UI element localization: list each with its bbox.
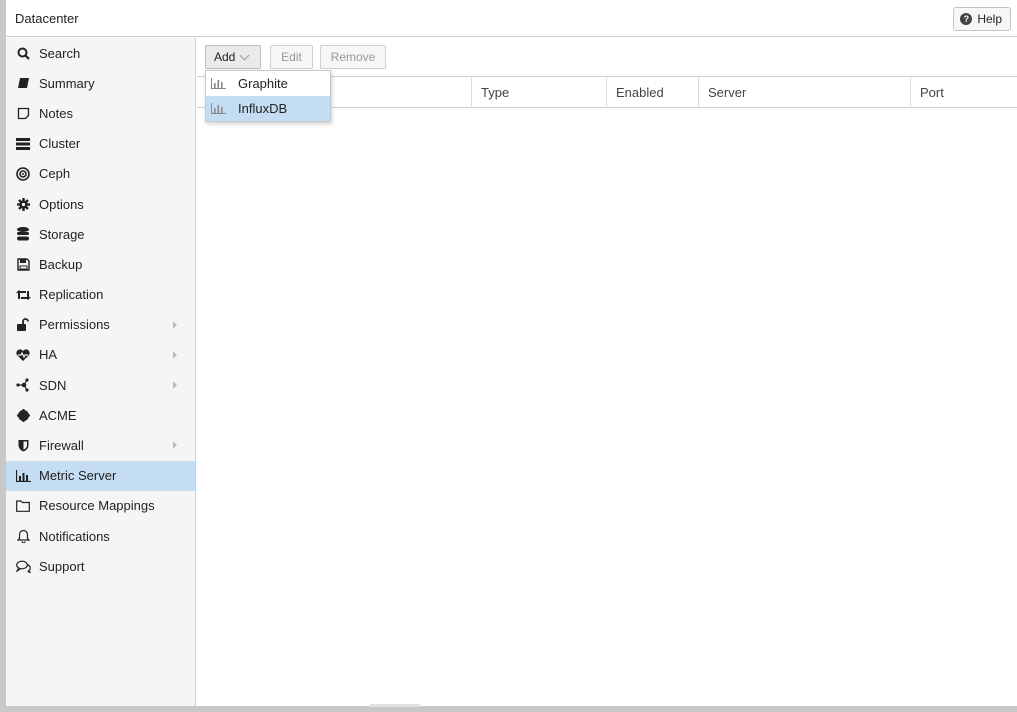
sidebar-item-metric-server[interactable]: Metric Server — [6, 460, 195, 491]
panel-title: Datacenter — [15, 11, 79, 26]
menu-item-influxdb[interactable]: InfluxDB — [206, 96, 330, 121]
note-icon — [15, 106, 31, 120]
add-button[interactable]: Add — [205, 45, 261, 69]
folder-icon — [15, 499, 31, 513]
column-header-server[interactable]: Server — [698, 77, 910, 108]
chevron-down-icon — [239, 50, 250, 60]
expand-arrow-icon[interactable] — [173, 441, 177, 450]
book-icon — [15, 76, 31, 90]
sidebar-item-replication[interactable]: Replication — [6, 280, 195, 310]
question-circle-icon: ? — [960, 13, 973, 25]
sidebar-item-label: SDN — [39, 377, 67, 393]
sidebar-item-label: Storage — [39, 226, 85, 242]
bar-chart-icon — [211, 103, 229, 114]
retweet-icon — [15, 288, 31, 302]
menu-item-graphite[interactable]: Graphite — [206, 71, 330, 96]
sidebar-item-cluster[interactable]: Cluster — [6, 129, 195, 159]
sidebar-item-ha[interactable]: HA — [6, 340, 195, 370]
edit-label: Edit — [281, 50, 302, 64]
sidebar-item-label: Backup — [39, 256, 83, 272]
remove-button[interactable]: Remove — [320, 45, 386, 69]
sidebar-item-label: Resource Mappings — [39, 498, 155, 514]
sidebar-item-label: Permissions — [39, 317, 110, 333]
remove-label: Remove — [330, 50, 376, 64]
edit-button[interactable]: Edit — [270, 45, 313, 69]
heartbeat-icon — [15, 348, 31, 362]
sidebar-item-storage[interactable]: Storage — [6, 219, 195, 249]
expand-arrow-icon[interactable] — [173, 320, 177, 329]
resize-handle[interactable] — [370, 704, 420, 707]
sidebar-item-summary[interactable]: Summary — [6, 68, 195, 98]
sidebar-item-search[interactable]: Search — [6, 38, 195, 68]
sidebar-item-label: Metric Server — [39, 468, 117, 484]
sidebar-item-label: Ceph — [39, 166, 71, 182]
certificate-icon — [15, 408, 31, 422]
sidebar-item-label: HA — [39, 347, 58, 363]
sidebar-item-options[interactable]: Options — [6, 189, 195, 219]
menu-item-label: Graphite — [238, 76, 288, 91]
database-icon — [15, 227, 31, 241]
shield-icon — [15, 439, 31, 453]
sidebar-item-notes[interactable]: Notes — [6, 98, 195, 128]
unlock-icon — [15, 318, 31, 332]
sidebar-item-label: Notifications — [39, 528, 110, 544]
search-icon — [15, 46, 31, 60]
sidebar-item-label: ACME — [39, 407, 77, 423]
sidebar-item-label: Cluster — [39, 136, 81, 152]
gear-icon — [15, 197, 31, 211]
sidebar-item-label: Replication — [39, 287, 104, 303]
sidebar-item-label: Support — [39, 558, 85, 574]
expand-arrow-icon[interactable] — [173, 350, 177, 359]
help-button[interactable]: ? Help — [953, 7, 1011, 31]
sidebar-item-permissions[interactable]: Permissions — [6, 310, 195, 340]
column-header-type[interactable]: Type — [471, 77, 606, 108]
bar-chart-icon — [15, 469, 31, 483]
ceph-icon — [15, 167, 31, 181]
sidebar-item-firewall[interactable]: Firewall — [6, 430, 195, 460]
sidebar-item-support[interactable]: Support — [6, 551, 195, 581]
sidebar-item-label: Search — [39, 45, 81, 61]
sidebar-item-acme[interactable]: ACME — [6, 400, 195, 430]
menu-item-label: InfluxDB — [238, 101, 288, 116]
main-content: Add Edit Remove Type Enabled Server Port — [197, 38, 1017, 706]
network-icon — [15, 378, 31, 392]
column-header-port[interactable]: Port — [910, 77, 1017, 108]
sidebar-item-ceph[interactable]: Ceph — [6, 159, 195, 189]
add-dropdown-menu: Graphite InfluxDB — [205, 70, 331, 122]
comments-icon — [15, 559, 31, 573]
sidebar-item-backup[interactable]: Backup — [6, 249, 195, 279]
column-header-enabled[interactable]: Enabled — [606, 77, 698, 108]
sidebar-item-label: Firewall — [39, 438, 84, 454]
sidebar-item-resource-mappings[interactable]: Resource Mappings — [6, 491, 195, 521]
help-label: Help — [977, 12, 1002, 26]
sidebar-nav: Search Summary Notes Cluster Ceph Option… — [6, 38, 196, 706]
sidebar-item-sdn[interactable]: SDN — [6, 370, 195, 400]
panel-header: Datacenter ? Help — [6, 0, 1017, 37]
server-stack-icon — [15, 137, 31, 151]
sidebar-item-notifications[interactable]: Notifications — [6, 521, 195, 551]
bar-chart-icon — [211, 78, 229, 89]
sidebar-item-label: Summary — [39, 75, 95, 91]
add-label: Add — [214, 50, 236, 64]
bell-icon — [15, 529, 31, 544]
sidebar-item-label: Notes — [39, 105, 73, 121]
sidebar-item-label: Options — [39, 196, 84, 212]
floppy-icon — [15, 257, 31, 271]
expand-arrow-icon[interactable] — [173, 381, 177, 390]
